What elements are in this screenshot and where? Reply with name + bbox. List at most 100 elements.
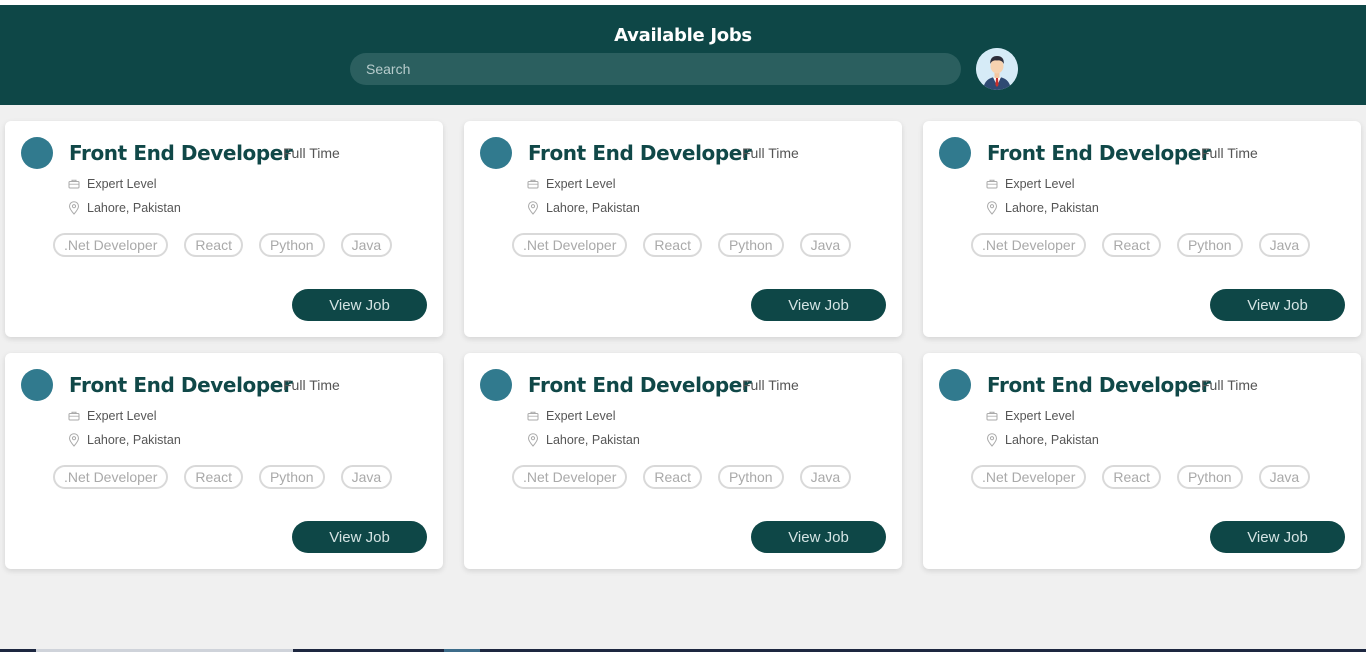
job-level: Expert Level (527, 177, 615, 191)
view-job-button[interactable]: View Job (751, 521, 886, 553)
job-location: Lahore, Pakistan (986, 201, 1099, 215)
job-level-text: Expert Level (87, 177, 157, 191)
skill-tag: Python (717, 233, 784, 257)
briefcase-icon (986, 179, 998, 189)
location-pin-icon (527, 201, 539, 215)
briefcase-icon (68, 179, 80, 189)
job-type: Full Time (1201, 145, 1258, 161)
view-job-button[interactable]: View Job (1210, 289, 1345, 321)
company-logo (939, 137, 971, 169)
job-title: Front End Developer (69, 141, 293, 165)
view-job-button[interactable]: View Job (292, 521, 427, 553)
skill-tag: Java (340, 233, 393, 257)
skill-tag: React (1102, 233, 1161, 257)
job-level-text: Expert Level (546, 409, 616, 423)
job-card[interactable]: Front End Developer Full Time Expert Lev… (923, 353, 1361, 569)
skill-tag: React (1102, 465, 1161, 489)
location-pin-icon (68, 433, 80, 447)
job-level: Expert Level (527, 409, 615, 423)
location-pin-icon (527, 433, 539, 447)
job-title: Front End Developer (69, 373, 293, 397)
skill-tag: Java (340, 465, 393, 489)
skill-tags: .Net Developer React Python Java (53, 233, 408, 257)
job-type: Full Time (742, 377, 799, 393)
skill-tag: Python (717, 465, 784, 489)
job-card[interactable]: Front End Developer Full Time Expert Lev… (5, 121, 443, 337)
job-location-text: Lahore, Pakistan (546, 201, 640, 215)
job-card[interactable]: Front End Developer Full Time Expert Lev… (464, 121, 902, 337)
job-location: Lahore, Pakistan (527, 433, 640, 447)
skill-tags: .Net Developer React Python Java (512, 233, 867, 257)
job-grid: Front End Developer Full Time Expert Lev… (5, 121, 1361, 569)
job-title: Front End Developer (528, 141, 752, 165)
user-avatar-icon-graphic (976, 48, 1018, 90)
skill-tag: .Net Developer (512, 465, 628, 489)
location-pin-icon (986, 433, 998, 447)
skill-tag: Java (799, 233, 852, 257)
job-card[interactable]: Front End Developer Full Time Expert Lev… (923, 121, 1361, 337)
view-job-button[interactable]: View Job (751, 289, 886, 321)
page-title: Available Jobs (614, 25, 752, 46)
job-level-text: Expert Level (87, 409, 157, 423)
job-level-text: Expert Level (1005, 177, 1075, 191)
job-type: Full Time (1201, 377, 1258, 393)
company-logo (21, 137, 53, 169)
skill-tag: .Net Developer (512, 233, 628, 257)
skill-tag: .Net Developer (971, 233, 1087, 257)
company-logo (480, 369, 512, 401)
job-location-text: Lahore, Pakistan (87, 201, 181, 215)
job-title: Front End Developer (528, 373, 752, 397)
skill-tags: .Net Developer React Python Java (53, 465, 408, 489)
view-job-button[interactable]: View Job (1210, 521, 1345, 553)
job-type: Full Time (283, 145, 340, 161)
skill-tag: React (184, 465, 243, 489)
job-level-text: Expert Level (1005, 409, 1075, 423)
job-title: Front End Developer (987, 373, 1211, 397)
skill-tag: Python (1176, 465, 1243, 489)
header: Available Jobs (0, 5, 1366, 105)
job-level: Expert Level (986, 177, 1074, 191)
briefcase-icon (986, 411, 998, 421)
skill-tag: React (643, 465, 702, 489)
job-card[interactable]: Front End Developer Full Time Expert Lev… (5, 353, 443, 569)
view-job-button[interactable]: View Job (292, 289, 427, 321)
skill-tag: .Net Developer (971, 465, 1087, 489)
skill-tag: Java (1258, 233, 1311, 257)
job-location: Lahore, Pakistan (986, 433, 1099, 447)
job-location: Lahore, Pakistan (68, 433, 181, 447)
user-avatar-icon[interactable] (976, 48, 1018, 90)
job-location-text: Lahore, Pakistan (1005, 201, 1099, 215)
skill-tag: React (643, 233, 702, 257)
briefcase-icon (527, 179, 539, 189)
job-location-text: Lahore, Pakistan (1005, 433, 1099, 447)
location-pin-icon (986, 201, 998, 215)
company-logo (480, 137, 512, 169)
skill-tag: Java (799, 465, 852, 489)
job-location-text: Lahore, Pakistan (87, 433, 181, 447)
briefcase-icon (68, 411, 80, 421)
job-location: Lahore, Pakistan (527, 201, 640, 215)
search-input[interactable] (350, 53, 961, 85)
job-type: Full Time (742, 145, 799, 161)
skill-tag: Java (1258, 465, 1311, 489)
location-pin-icon (68, 201, 80, 215)
skill-tags: .Net Developer React Python Java (971, 233, 1326, 257)
skill-tag: Python (258, 465, 325, 489)
skill-tags: .Net Developer React Python Java (512, 465, 867, 489)
job-card[interactable]: Front End Developer Full Time Expert Lev… (464, 353, 902, 569)
company-logo (939, 369, 971, 401)
skill-tags: .Net Developer React Python Java (971, 465, 1326, 489)
job-level: Expert Level (68, 409, 156, 423)
job-level: Expert Level (68, 177, 156, 191)
job-title: Front End Developer (987, 141, 1211, 165)
skill-tag: React (184, 233, 243, 257)
briefcase-icon (527, 411, 539, 421)
skill-tag: Python (258, 233, 325, 257)
skill-tag: Python (1176, 233, 1243, 257)
skill-tag: .Net Developer (53, 233, 169, 257)
job-type: Full Time (283, 377, 340, 393)
skill-tag: .Net Developer (53, 465, 169, 489)
company-logo (21, 369, 53, 401)
job-level: Expert Level (986, 409, 1074, 423)
job-location: Lahore, Pakistan (68, 201, 181, 215)
